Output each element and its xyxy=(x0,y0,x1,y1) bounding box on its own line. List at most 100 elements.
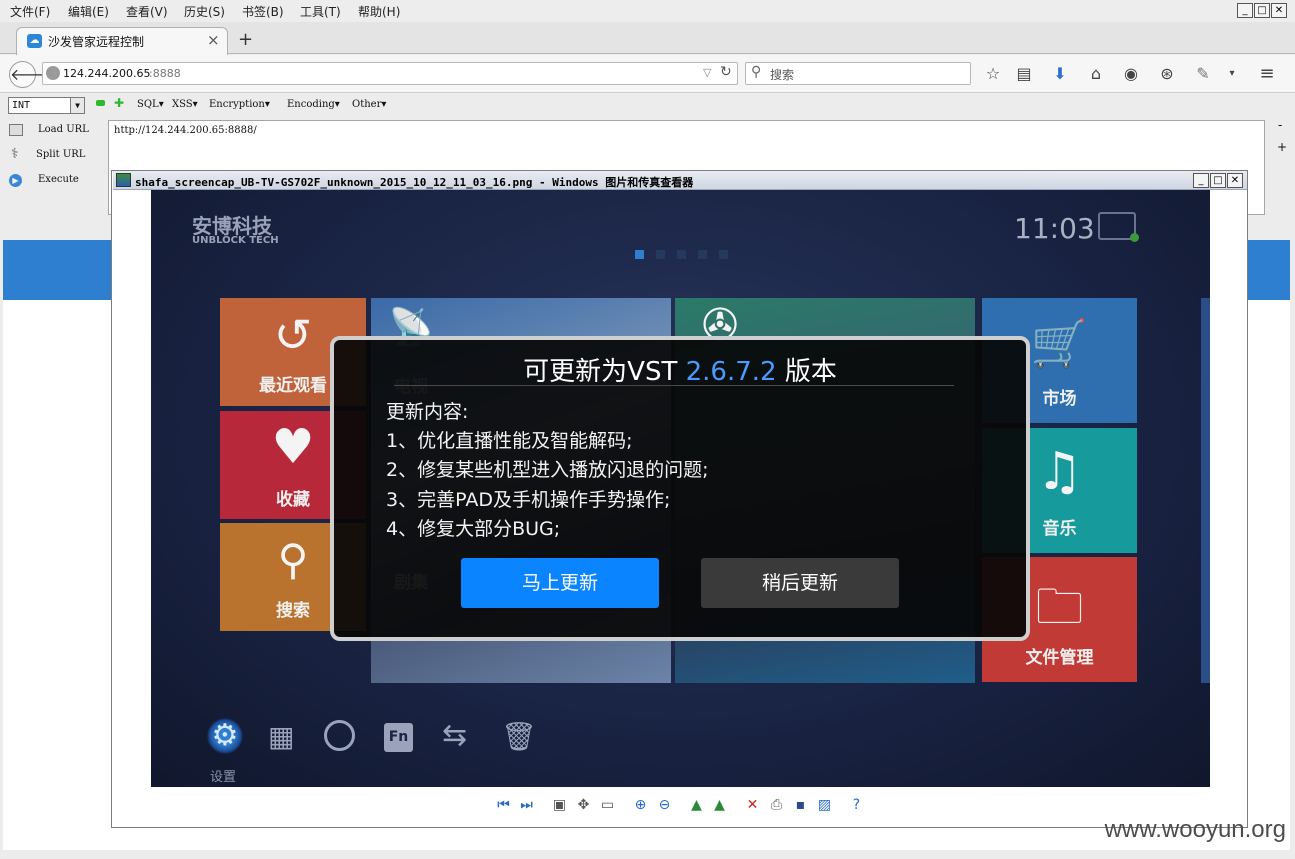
execute-button[interactable]: Execute xyxy=(38,174,79,185)
brand-logo-en: UNBLOCK TECH xyxy=(192,235,279,246)
edit-image-icon[interactable]: ▨ xyxy=(816,797,833,814)
url-host: 124.244.200.65 xyxy=(63,67,151,80)
url-bar[interactable]: 124.244.200.65 :8888 ▽ ↻ xyxy=(42,62,738,85)
menu-tools[interactable]: 工具(T) xyxy=(300,3,341,20)
bookmark-star-icon[interactable]: ☆ xyxy=(983,65,1003,83)
expand-button[interactable]: + xyxy=(1277,140,1287,154)
viewer-close-button[interactable]: ✕ xyxy=(1227,173,1243,188)
viewer-title: shafa_screencap_UB-TV-GS702F_unknown_201… xyxy=(135,176,694,189)
tab-title: 沙发管家远程控制 xyxy=(48,35,145,49)
update-now-button[interactable]: 马上更新 xyxy=(461,558,659,608)
network-status-dot-icon xyxy=(1130,233,1139,242)
changelog-line-2: 2、修复某些机型进入播放闪退的问题; xyxy=(386,459,709,481)
changelog-heading: 更新内容: xyxy=(386,401,469,423)
overflow-arrow-icon[interactable]: ▾ xyxy=(1222,65,1242,83)
sql-menu[interactable]: SQL▾ xyxy=(137,99,164,110)
decrease-icon[interactable] xyxy=(96,100,105,106)
maximize-button[interactable]: □ xyxy=(1254,3,1270,18)
menu-bookmarks[interactable]: 书签(B) xyxy=(242,3,284,20)
clock: 11:03 xyxy=(1014,212,1095,245)
menu-history[interactable]: 历史(S) xyxy=(184,3,225,20)
search-placeholder: 搜索 xyxy=(770,68,795,82)
fn-icon[interactable]: Fn xyxy=(384,723,413,752)
minimize-button[interactable]: _ xyxy=(1237,3,1253,18)
back-button[interactable]: 🡐 xyxy=(9,61,53,88)
globe-icon xyxy=(46,66,60,80)
apps-grid-icon[interactable]: ▦ xyxy=(268,720,294,753)
previous-image-icon[interactable]: ⏮ xyxy=(495,797,512,814)
rotate-clockwise-icon[interactable]: ▲ xyxy=(688,797,705,814)
changelog-line-3: 3、完善PAD及手机操作手势操作; xyxy=(386,489,671,511)
increase-icon[interactable]: ✚ xyxy=(114,96,124,110)
tab-favicon-icon: ☁ xyxy=(27,34,42,48)
tile-files-label: 文件管理 xyxy=(1025,648,1094,668)
dialog-divider xyxy=(394,385,954,386)
viewer-maximize-button[interactable]: □ xyxy=(1210,173,1226,188)
delete-icon[interactable]: ✕ xyxy=(744,797,761,814)
split-url-icon: ⚕ xyxy=(11,146,19,162)
viewer-app-icon xyxy=(116,173,131,187)
changelog-line-4: 4、修复大部分BUG; xyxy=(386,518,561,540)
chat-icon[interactable]: ◉ xyxy=(1121,65,1141,83)
viewer-minimize-button[interactable]: _ xyxy=(1193,173,1209,188)
search-icon: ⚲ xyxy=(751,64,762,80)
tab-close-icon[interactable]: × xyxy=(207,31,220,49)
url-port: :8888 xyxy=(149,67,181,80)
new-tab-button[interactable]: + xyxy=(238,29,253,50)
shrink-button[interactable]: - xyxy=(1278,118,1282,132)
reading-list-icon[interactable]: ▤ xyxy=(1014,65,1034,83)
hamburger-menu-icon[interactable]: ≡ xyxy=(1257,65,1277,83)
select-arrow-icon[interactable]: ▼ xyxy=(70,98,84,113)
tab-active[interactable]: ☁ 沙发管家远程控制 × xyxy=(16,27,228,55)
settings-label: 设置 xyxy=(210,770,237,785)
update-dialog: 可更新为VST 2.6.7.2 版本 更新内容: 1、优化直播性能及智能解码; … xyxy=(330,336,1030,641)
actual-size-icon[interactable]: ✥ xyxy=(575,797,592,814)
viewer-titlebar: shafa_screencap_UB-TV-GS702F_unknown_201… xyxy=(113,171,1247,190)
encoding-menu[interactable]: Encoding▾ xyxy=(287,99,340,110)
page-dot-active xyxy=(635,250,644,259)
help-icon[interactable]: ? xyxy=(848,797,865,814)
load-url-button[interactable]: Load URL xyxy=(38,124,89,135)
print-icon[interactable]: ⎙ xyxy=(768,797,785,814)
settings-gear-icon[interactable]: ⚙ xyxy=(207,718,243,754)
fn-label: Fn xyxy=(388,729,409,745)
extension-icon[interactable]: ✎ xyxy=(1193,65,1213,83)
zoom-out-icon[interactable]: ⊖ xyxy=(656,797,673,814)
slideshow-icon[interactable]: ▭ xyxy=(599,797,616,814)
watermark: www.wooyun.org xyxy=(1104,816,1286,843)
next-image-icon[interactable]: ⏭ xyxy=(518,797,535,814)
rotate-counterclockwise-icon[interactable]: ▲ xyxy=(711,797,728,814)
best-fit-icon[interactable]: ▣ xyxy=(551,797,568,814)
save-icon[interactable]: ▪ xyxy=(792,797,809,814)
trash-icon[interactable]: 🗑 xyxy=(501,720,537,753)
zoom-in-icon[interactable]: ⊕ xyxy=(632,797,649,814)
download-icon[interactable]: ⬇ xyxy=(1050,65,1070,83)
menu-edit[interactable]: 编辑(E) xyxy=(68,3,109,20)
reload-icon[interactable]: ↻ xyxy=(720,64,732,80)
page-dot xyxy=(656,250,665,259)
type-select[interactable]: INT ▼ xyxy=(8,97,85,114)
menu-bar: 文件(F) 编辑(E) 查看(V) 历史(S) 书签(B) 工具(T) 帮助(H… xyxy=(0,0,1295,22)
addon-icon[interactable]: ⊛ xyxy=(1157,65,1177,83)
close-window-button[interactable]: ✕ xyxy=(1271,3,1287,18)
dialog-title-prefix: 可更新为VST xyxy=(523,357,686,387)
encryption-menu[interactable]: Encryption▾ xyxy=(209,99,270,110)
home-icon[interactable]: ⌂ xyxy=(1086,65,1106,83)
menu-help[interactable]: 帮助(H) xyxy=(358,3,400,20)
tile-edge xyxy=(1201,298,1210,683)
execute-icon: ▶ xyxy=(9,174,22,187)
other-menu[interactable]: Other▾ xyxy=(352,99,386,110)
page-dot xyxy=(677,250,686,259)
page-dot xyxy=(698,250,707,259)
split-url-button[interactable]: Split URL xyxy=(36,149,85,160)
transfer-icon[interactable]: ⇆ xyxy=(442,718,467,753)
xss-menu[interactable]: XSS▾ xyxy=(172,99,198,110)
update-later-button[interactable]: 稍后更新 xyxy=(701,558,899,608)
menu-view[interactable]: 查看(V) xyxy=(126,3,168,20)
dropdown-arrow-icon[interactable]: ▽ xyxy=(703,66,711,79)
menu-file[interactable]: 文件(F) xyxy=(10,3,50,20)
speed-icon[interactable] xyxy=(324,720,355,751)
dialog-version: 2.6.7.2 xyxy=(685,357,777,387)
changelog-line-1: 1、优化直播性能及智能解码; xyxy=(386,430,633,452)
search-field[interactable]: ⚲ 搜索 xyxy=(745,62,971,85)
